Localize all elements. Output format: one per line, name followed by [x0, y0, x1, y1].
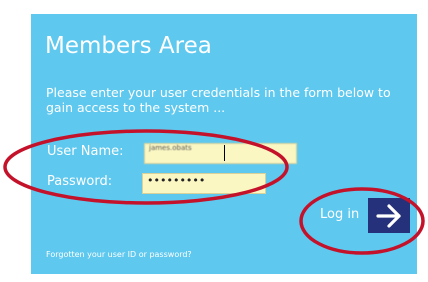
username-value: james.obats — [149, 144, 192, 152]
username-label: User Name: — [47, 144, 124, 159]
password-label: Password: — [47, 174, 113, 189]
text-caret — [224, 145, 225, 161]
forgot-credentials-link[interactable]: Forgotten your user ID or password? — [46, 250, 192, 259]
page-title: Members Area — [45, 33, 212, 59]
login-page: Members Area Please enter your user cred… — [0, 0, 428, 282]
intro-text: Please enter your user credentials in th… — [46, 85, 391, 115]
login-label[interactable]: Log in — [320, 207, 359, 222]
login-button[interactable] — [368, 198, 410, 233]
password-value: ••••••••• — [147, 174, 206, 187]
password-input[interactable]: ••••••••• — [142, 173, 266, 194]
arrow-right-icon — [376, 203, 401, 228]
username-input[interactable]: james.obats — [144, 143, 297, 164]
